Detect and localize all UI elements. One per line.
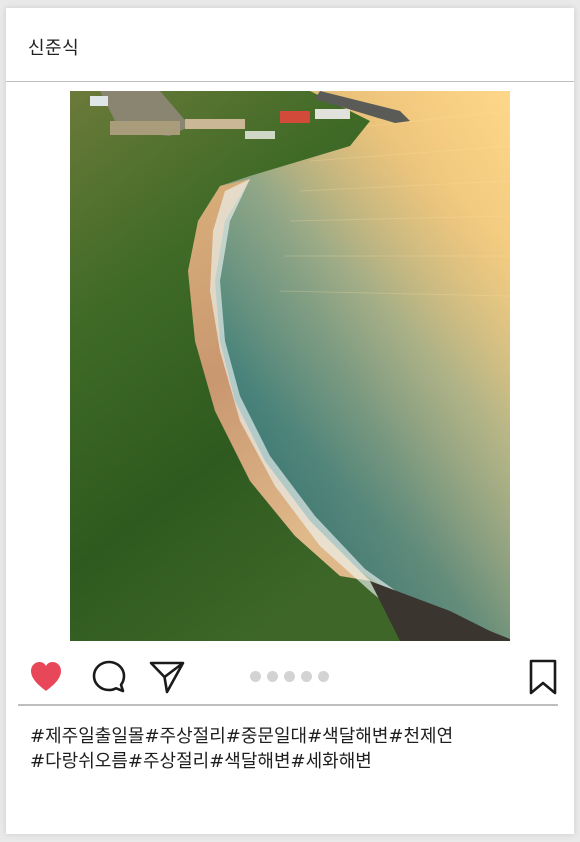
comment-icon[interactable] [90, 658, 128, 696]
carousel-dot[interactable] [318, 671, 329, 682]
post-photo[interactable] [70, 91, 510, 641]
aerial-beach-photo [70, 91, 510, 641]
share-icon[interactable] [148, 658, 186, 696]
hashtag-line[interactable]: #다랑쉬오름#주상절리#색달해변#세화해변 [30, 749, 550, 774]
carousel-dot[interactable] [250, 671, 261, 682]
carousel-dot[interactable] [267, 671, 278, 682]
carousel-dot[interactable] [284, 671, 295, 682]
hashtag-caption: #제주일출일몰#주상절리#중문일대#색달해변#천제연 #다랑쉬오름#주상절리#색… [30, 724, 550, 774]
bookmark-icon[interactable] [524, 658, 562, 696]
heart-icon[interactable] [27, 658, 65, 696]
username[interactable]: 신준식 [28, 34, 79, 60]
carousel-dot[interactable] [301, 671, 312, 682]
post-header: 신준식 [6, 8, 574, 82]
hashtag-line[interactable]: #제주일출일몰#주상절리#중문일대#색달해변#천제연 [30, 724, 550, 749]
carousel-indicator [250, 671, 329, 683]
post-card: 신준식 #제주일출일몰#주상절리#중문일대#색달해변#천제연 #다랑쉬오름#주상… [6, 8, 574, 834]
action-bar [18, 648, 558, 706]
